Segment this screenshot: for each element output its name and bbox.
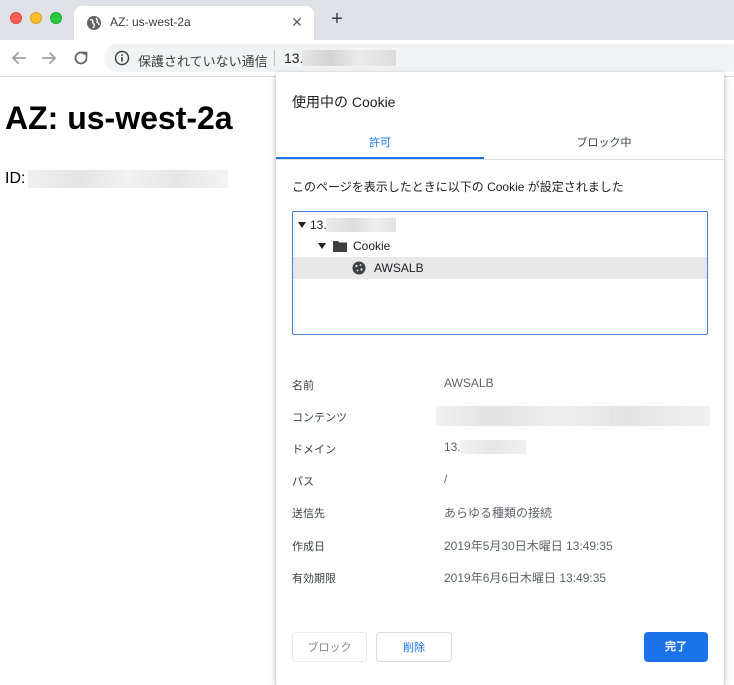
close-window-button[interactable] [10, 12, 22, 24]
domain-redaction [460, 440, 526, 454]
dialog-description: このページを表示したときに以下の Cookie が設定されました [292, 180, 624, 194]
tree-row-cookie-folder[interactable]: Cookie [293, 235, 707, 257]
security-status-text: 保護されていない通信 [138, 54, 268, 69]
tree-site-label: 13. [310, 218, 327, 232]
expand-arrow-icon[interactable] [298, 222, 306, 228]
detail-name-value: AWSALB [444, 376, 494, 390]
tab-allowed[interactable]: 許可 [276, 132, 484, 159]
url-redaction [302, 50, 396, 66]
folder-icon [333, 241, 347, 252]
dialog-title: 使用中の Cookie [292, 94, 396, 110]
tab-title: AZ: us-west-2a [110, 15, 191, 29]
tab-strip: AZ: us-west-2a ✕ + [0, 0, 734, 40]
expand-arrow-icon[interactable] [318, 243, 326, 249]
browser-tab[interactable]: AZ: us-west-2a ✕ [74, 6, 314, 40]
detail-path-value: / [444, 472, 448, 486]
detail-content-label: コンテンツ [292, 412, 347, 424]
minimize-window-button[interactable] [30, 12, 42, 24]
cookie-icon [352, 261, 366, 275]
reload-icon[interactable] [70, 47, 92, 69]
detail-domain-value: 13. [444, 440, 461, 454]
detail-created-value: 2019年5月30日木曜日 13:49:35 [444, 539, 613, 553]
new-tab-button[interactable]: + [326, 9, 348, 31]
cookies-dialog: 使用中の Cookie 許可 ブロック中 このページを表示したときに以下の Co… [276, 72, 724, 685]
tree-row-cookie[interactable]: AWSALB [293, 257, 707, 279]
dialog-tabs: 許可 ブロック中 [276, 132, 724, 160]
detail-path-label: パス [292, 476, 314, 488]
id-redaction [28, 170, 228, 188]
delete-button[interactable]: 削除 [376, 632, 452, 662]
detail-domain-label: ドメイン [292, 444, 336, 456]
address-bar[interactable]: 保護されていない通信 13. [104, 44, 734, 72]
globe-icon [87, 16, 101, 30]
site-redaction [326, 218, 396, 232]
page-heading: AZ: us-west-2a [5, 100, 233, 136]
url-text[interactable]: 13. [284, 50, 303, 66]
omnibox-divider [274, 50, 275, 66]
tree-cookie-label: AWSALB [374, 261, 424, 275]
tab-close-icon[interactable]: ✕ [288, 13, 306, 31]
tree-folder-label: Cookie [353, 239, 391, 253]
tab-blocked[interactable]: ブロック中 [500, 132, 708, 159]
content-redaction [436, 406, 710, 426]
detail-created-label: 作成日 [292, 541, 325, 553]
detail-name-label: 名前 [292, 380, 314, 392]
tree-row-site[interactable]: 13. [293, 214, 707, 236]
detail-send-for-value: あらゆる種類の接続 [444, 506, 553, 520]
cookie-tree[interactable]: 13. Cookie AWSALB [292, 211, 708, 335]
forward-arrow-icon[interactable] [38, 47, 60, 69]
info-icon[interactable] [114, 50, 130, 66]
block-button[interactable]: ブロック [292, 632, 367, 662]
detail-expires-label: 有効期限 [292, 573, 336, 585]
done-button[interactable]: 完了 [644, 632, 708, 662]
detail-send-for-label: 送信先 [292, 508, 325, 520]
page-id-label: ID: [5, 170, 26, 187]
fullscreen-window-button[interactable] [50, 12, 62, 24]
back-arrow-icon[interactable] [8, 47, 30, 69]
detail-expires-value: 2019年6月6日木曜日 13:49:35 [444, 571, 607, 585]
